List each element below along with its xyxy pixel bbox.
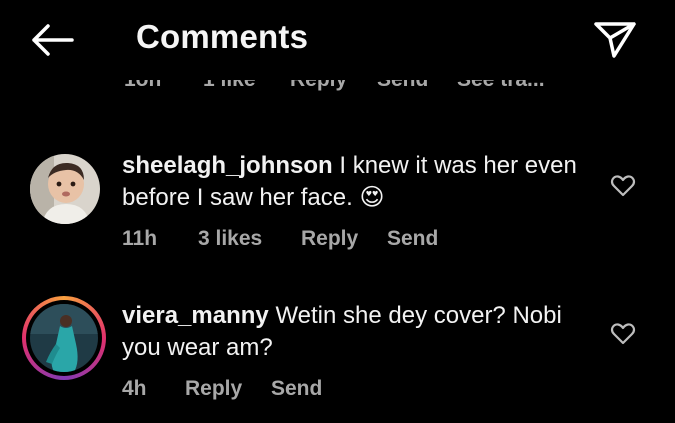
previous-comment-likes[interactable]: 1 like	[203, 80, 256, 92]
previous-comment-reply[interactable]: Reply	[290, 80, 347, 92]
send-button[interactable]: Send	[271, 377, 322, 401]
emoji: 😍	[359, 184, 385, 211]
previous-comment-time: 1oh	[124, 80, 161, 92]
header-bar: Comments	[0, 0, 675, 80]
share-button[interactable]	[590, 18, 640, 62]
comment-username[interactable]: viera_manny	[122, 302, 269, 329]
woman-in-teal-dress-avatar	[30, 304, 98, 372]
arrow-left-icon	[32, 24, 74, 56]
reply-button[interactable]: Reply	[301, 227, 358, 251]
send-button[interactable]: Send	[387, 227, 438, 251]
reply-button[interactable]: Reply	[185, 377, 242, 401]
previous-comment-send[interactable]: Send	[377, 80, 428, 92]
heart-outline-icon	[610, 323, 636, 345]
comment-username[interactable]: sheelagh_johnson	[122, 152, 333, 179]
paper-plane-icon	[594, 22, 636, 58]
toddler-avatar-image	[30, 154, 100, 224]
like-button[interactable]	[610, 174, 636, 198]
previous-comment-actions: 1oh 1 like Reply Send See tra...	[0, 80, 675, 100]
comment-text: viera_manny Wetin she dey cover? Nobi yo…	[122, 300, 592, 364]
avatar[interactable]	[22, 296, 106, 380]
comment-likes[interactable]: 3 likes	[198, 227, 262, 251]
previous-comment-see-translation[interactable]: See tra...	[457, 80, 545, 92]
page-title: Comments	[136, 18, 309, 55]
heart-outline-icon	[610, 175, 636, 197]
comment-time: 4h	[122, 377, 147, 400]
avatar[interactable]	[30, 154, 100, 224]
like-button[interactable]	[610, 322, 636, 346]
avatar-image	[30, 304, 98, 372]
back-button[interactable]	[28, 18, 76, 62]
comment-time: 11h	[122, 227, 158, 250]
comment-text: sheelagh_johnson I knew it was her even …	[122, 150, 592, 214]
